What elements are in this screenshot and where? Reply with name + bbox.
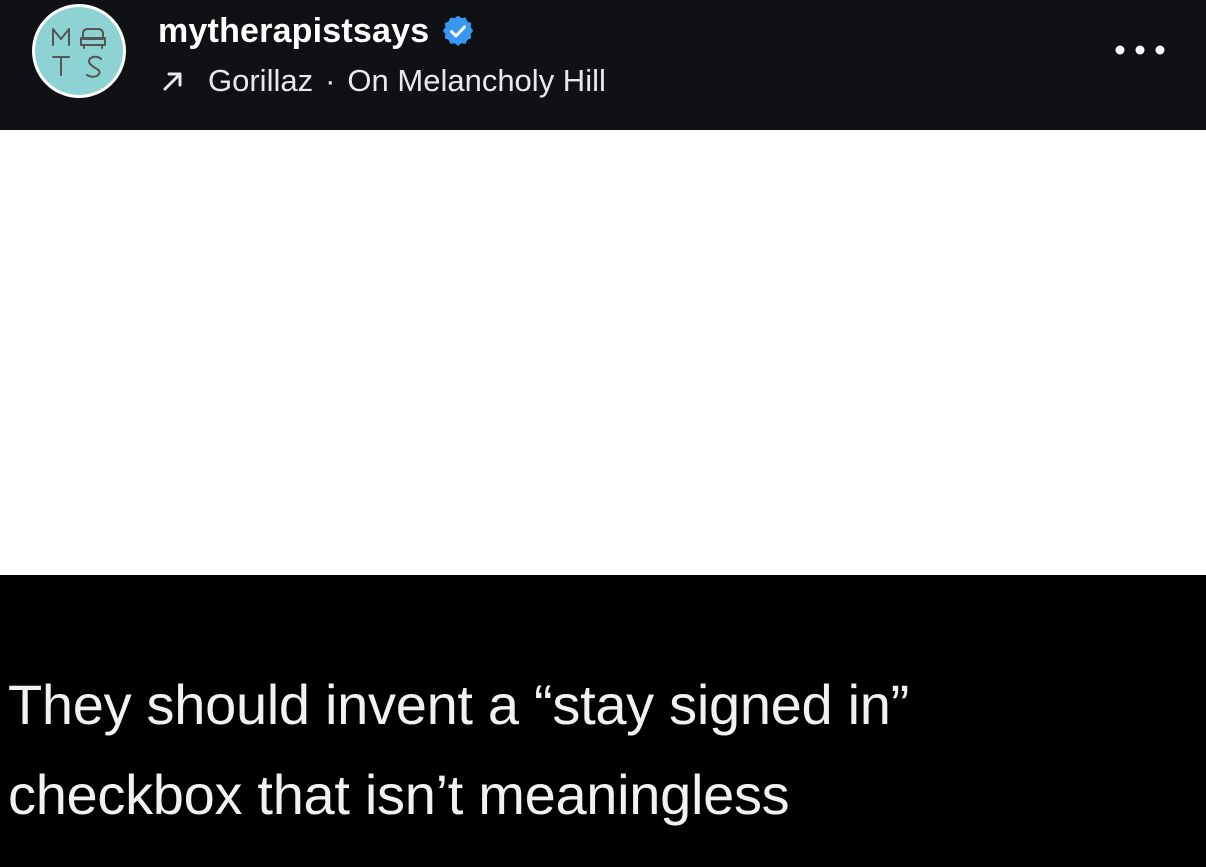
caption-line-2: checkbox that isn’t meaningless (8, 763, 790, 826)
audio-separator: · (325, 63, 336, 98)
caption-line-1: They should invent a “stay signed in” (8, 673, 909, 736)
more-options-button[interactable] (1112, 36, 1168, 64)
post-header: mytherapistsays Gorillaz · On Melancholy… (0, 0, 1206, 130)
username-row: mytherapistsays (158, 10, 475, 52)
mts-logo-icon (52, 28, 106, 78)
account-username[interactable]: mytherapistsays (158, 12, 429, 51)
audio-track: On Melancholy Hill (347, 63, 606, 98)
verified-badge-icon (441, 14, 475, 48)
avatar-logo (35, 7, 123, 95)
audio-artist: Gorillaz (208, 63, 314, 98)
post-image-text: They should invent a “stay signed in” ch… (8, 660, 1204, 840)
avatar[interactable] (32, 4, 126, 98)
arrow-up-right-icon (163, 72, 182, 91)
more-horizontal-icon (1115, 45, 1165, 55)
post-image-blank-area (0, 130, 1206, 575)
audio-attribution[interactable]: Gorillaz · On Melancholy Hill (160, 60, 606, 102)
